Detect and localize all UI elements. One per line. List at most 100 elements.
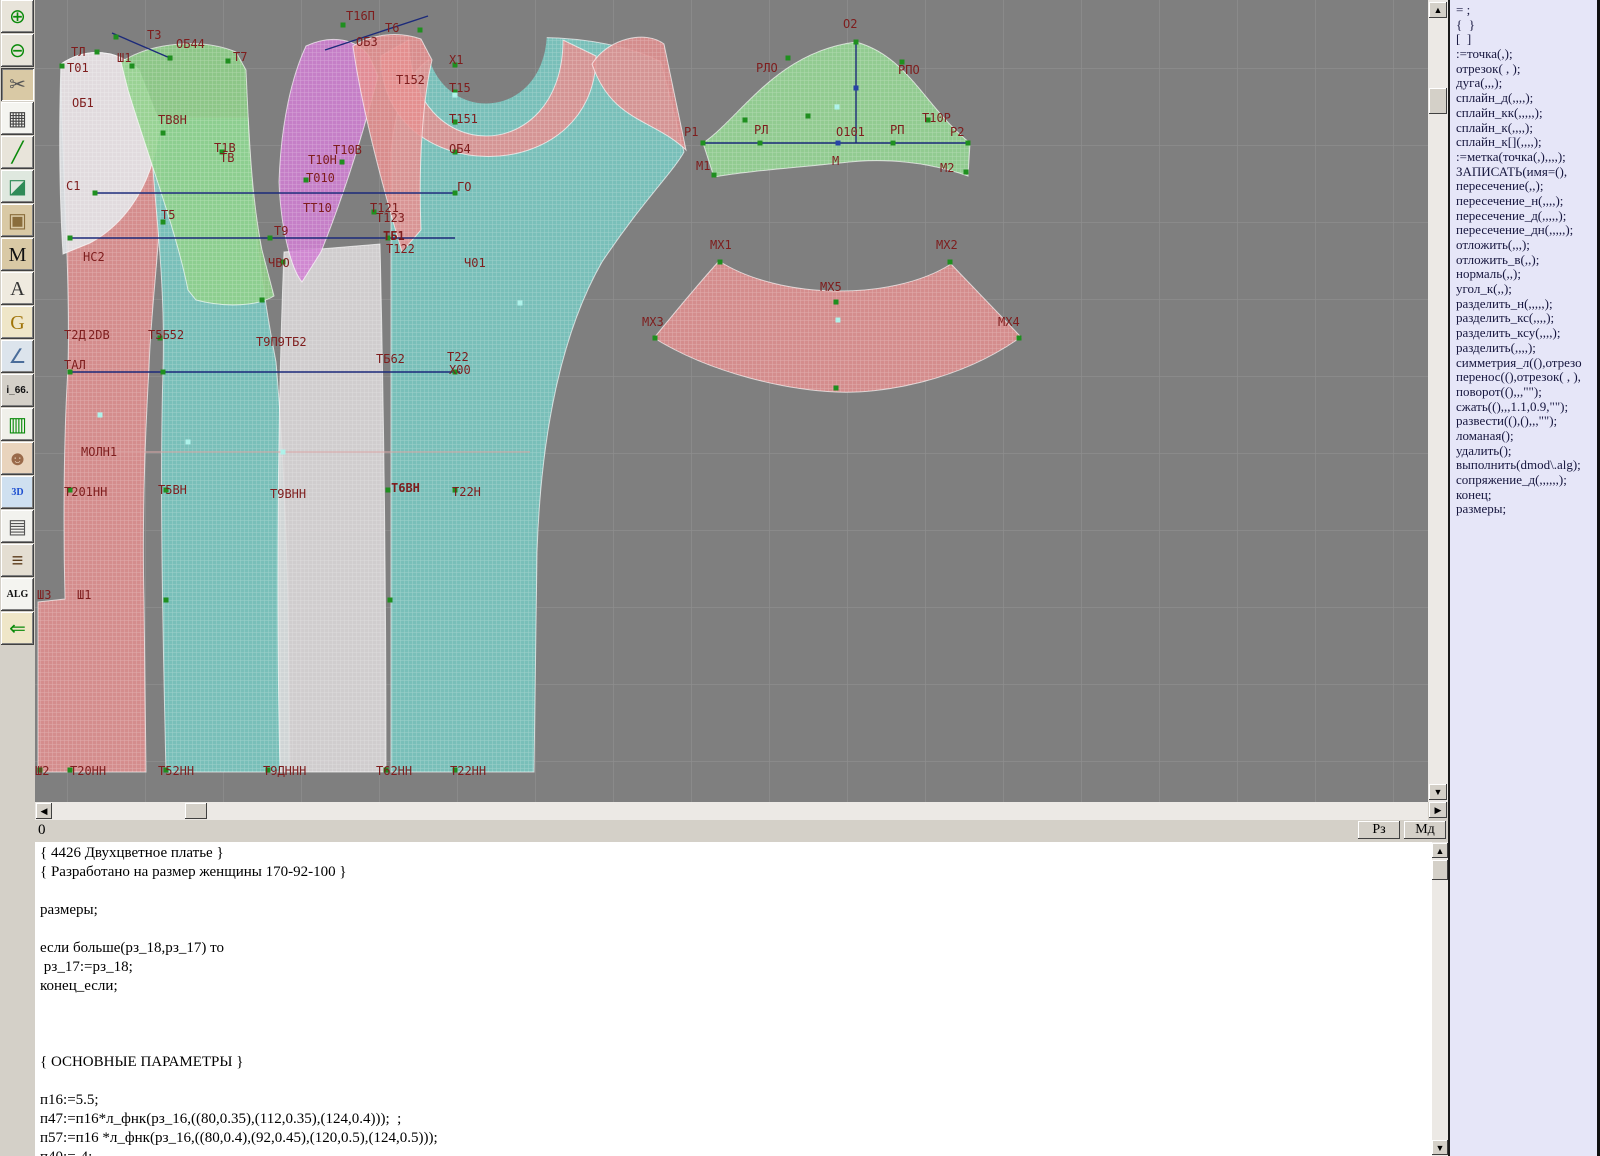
command-item[interactable]: пересечение(,,); bbox=[1456, 179, 1597, 194]
command-item[interactable]: поворот((),,,""); bbox=[1456, 384, 1597, 400]
command-item[interactable]: разделить_кс(,,,,); bbox=[1456, 311, 1597, 326]
point-label: ТЛ bbox=[71, 45, 85, 59]
tool-books-button[interactable]: ≡ bbox=[1, 544, 34, 577]
command-item[interactable]: угол_к(,,); bbox=[1456, 281, 1597, 297]
tool-grid-button[interactable]: ▦ bbox=[1, 102, 34, 135]
pattern-drawing: ТЛТ01ОБ1Ш1Т3ОБ44Т7ТВ8НТ1ВТВТ5С1НС2Т2Д 2DВ… bbox=[35, 0, 1428, 802]
rz-button[interactable]: Рз bbox=[1358, 821, 1400, 839]
command-item[interactable]: отложить_в(,,); bbox=[1456, 252, 1597, 268]
point-marker bbox=[340, 22, 346, 28]
tool-notes-button[interactable]: ▤ bbox=[1, 510, 34, 543]
command-item[interactable]: развести((),(),,,""); bbox=[1456, 414, 1597, 429]
point-label: С1 bbox=[66, 179, 80, 193]
tool-measure-line-button[interactable]: ╱ bbox=[1, 136, 34, 169]
point-label: М bbox=[832, 154, 839, 168]
command-item[interactable]: разделить_н(,,,,,); bbox=[1456, 296, 1597, 312]
point-label: Т6 bbox=[385, 21, 399, 35]
table-icon: ▥ bbox=[8, 413, 27, 436]
canvas-vscrollbar[interactable] bbox=[1428, 0, 1448, 802]
point-label: ТБ1 bbox=[383, 229, 405, 243]
command-item[interactable]: сплайн_д(,,,,); bbox=[1456, 90, 1597, 106]
status-bar bbox=[0, 820, 1448, 842]
tool-compass-a-button[interactable]: A bbox=[1, 272, 34, 305]
tool-alg-button[interactable]: ALG bbox=[1, 578, 34, 611]
command-item[interactable]: симметрия_л((),отрезо bbox=[1456, 355, 1597, 371]
point-label: Т5Б52 bbox=[148, 328, 184, 342]
pattern-canvas[interactable]: ТЛ Т01 ОБ1 Ш1 Т3 ОБ44 Т7 ТВ8Н Т1В ТВ Т5 С1 НС2 Т2Д 2DВ… bbox=[35, 0, 1428, 802]
point-label: Т9ДННН bbox=[263, 764, 306, 778]
command-item[interactable]: { } bbox=[1456, 17, 1597, 33]
command-item[interactable]: пересечение_дн(,,,,,); bbox=[1456, 223, 1597, 238]
command-item[interactable]: :=метка(точка(,),,,,); bbox=[1456, 149, 1597, 165]
command-item[interactable]: ЗАПИСАТЬ(имя=(), bbox=[1456, 164, 1597, 180]
md-button[interactable]: Мд bbox=[1404, 821, 1446, 839]
point-marker bbox=[835, 140, 841, 146]
canvas-scroll-right-button[interactable]: ▶ bbox=[1429, 802, 1447, 818]
point-label: МОЛН1 bbox=[81, 445, 117, 459]
command-item[interactable]: разделить_ксу(,,,,); bbox=[1456, 325, 1597, 341]
command-item[interactable]: сопряжение_д(,,,,,,); bbox=[1456, 472, 1597, 488]
tool-g-tool-button[interactable]: G bbox=[1, 306, 34, 339]
editor-vscroll-thumb[interactable] bbox=[1432, 860, 1448, 880]
command-item[interactable]: [ ] bbox=[1456, 32, 1597, 47]
canvas-hscrollbar[interactable] bbox=[35, 802, 1428, 820]
editor-scroll-down-button[interactable]: ▼ bbox=[1432, 1140, 1448, 1155]
point-marker bbox=[834, 104, 840, 110]
command-item[interactable]: пересечение_н(,,,,); bbox=[1456, 193, 1597, 209]
canvas-vscroll-thumb[interactable] bbox=[1429, 88, 1447, 114]
command-item[interactable]: отложить(,,,); bbox=[1456, 237, 1597, 253]
tool-view-pattern-button[interactable]: ✂ bbox=[1, 68, 34, 101]
code-editor[interactable]: { 4426 Двухцветное платье } { Разработано… bbox=[35, 842, 1432, 1156]
point-label: Т22НН bbox=[450, 764, 486, 778]
command-item[interactable]: удалить(); bbox=[1456, 443, 1597, 459]
tool-ruler-button[interactable]: ∠ bbox=[1, 340, 34, 373]
point-label: РП bbox=[890, 123, 904, 137]
tool-i66-button[interactable]: i_66. bbox=[1, 374, 34, 407]
command-item[interactable]: сжать((),,,1.1,0.9,""); bbox=[1456, 399, 1597, 415]
command-item[interactable]: = ; bbox=[1456, 2, 1597, 18]
notes-icon: ▤ bbox=[8, 515, 27, 538]
canvas-scroll-left-button[interactable]: ◀ bbox=[36, 803, 52, 819]
canvas-hscroll-thumb[interactable] bbox=[185, 803, 207, 819]
canvas-scroll-down-button[interactable]: ▼ bbox=[1429, 784, 1447, 800]
tool-m-tool-button[interactable]: M bbox=[1, 238, 34, 271]
point-marker bbox=[92, 190, 98, 196]
tool-zoom-in-button[interactable]: ⊕ bbox=[1, 0, 34, 33]
tool-table-button[interactable]: ▥ bbox=[1, 408, 34, 441]
command-item[interactable]: ломаная(); bbox=[1456, 428, 1597, 444]
command-item[interactable]: дуга(,,,); bbox=[1456, 76, 1597, 91]
point-marker bbox=[59, 63, 65, 69]
arrow-right-icon: ▶ bbox=[1434, 804, 1442, 815]
command-item[interactable]: размеры; bbox=[1456, 502, 1597, 517]
command-item[interactable]: сплайн_кк(,,,,,); bbox=[1456, 105, 1597, 121]
command-item[interactable]: сплайн_к(,,,,); bbox=[1456, 120, 1597, 136]
tool-exit-button[interactable]: ⇐ bbox=[1, 612, 34, 645]
point-marker bbox=[113, 34, 119, 40]
point-marker bbox=[160, 130, 166, 136]
tool-pattern-frame-button[interactable]: ▣ bbox=[1, 204, 34, 237]
command-item[interactable]: конец; bbox=[1456, 487, 1597, 503]
editor-vscrollbar[interactable] bbox=[1432, 842, 1448, 1156]
point-marker bbox=[833, 299, 839, 305]
command-item[interactable]: выполнить(dmod\.alg); bbox=[1456, 458, 1597, 473]
point-label: ТВ8Н bbox=[158, 113, 187, 127]
point-marker bbox=[965, 140, 971, 146]
point-label: ТВ bbox=[220, 151, 234, 165]
command-item[interactable]: :=точка(,); bbox=[1456, 46, 1597, 62]
point-label: Т152 bbox=[396, 73, 425, 87]
command-item[interactable]: перенос((),отрезок( , ), bbox=[1456, 369, 1597, 385]
command-item[interactable]: сплайн_к[](,,,,); bbox=[1456, 134, 1597, 150]
canvas-scroll-up-button[interactable]: ▲ bbox=[1429, 2, 1447, 18]
command-item[interactable]: нормаль(,,); bbox=[1456, 267, 1597, 282]
point-label: Т9П9ТБ2 bbox=[256, 335, 307, 349]
command-item[interactable]: отрезок( , ); bbox=[1456, 61, 1597, 77]
tool-image-button[interactable]: ◪ bbox=[1, 170, 34, 203]
command-item[interactable]: разделить(,,,,); bbox=[1456, 340, 1597, 356]
tool-portrait-button[interactable]: ☻ bbox=[1, 442, 34, 475]
editor-scroll-up-button[interactable]: ▲ bbox=[1432, 843, 1448, 858]
tool-zoom-out-button[interactable]: ⊖ bbox=[1, 34, 34, 67]
tool-3d-button[interactable]: 3D bbox=[1, 476, 34, 509]
arrow-up-icon: ▲ bbox=[1435, 845, 1445, 856]
point-marker bbox=[163, 597, 169, 603]
command-item[interactable]: пересечение_д(,,,,,); bbox=[1456, 208, 1597, 224]
